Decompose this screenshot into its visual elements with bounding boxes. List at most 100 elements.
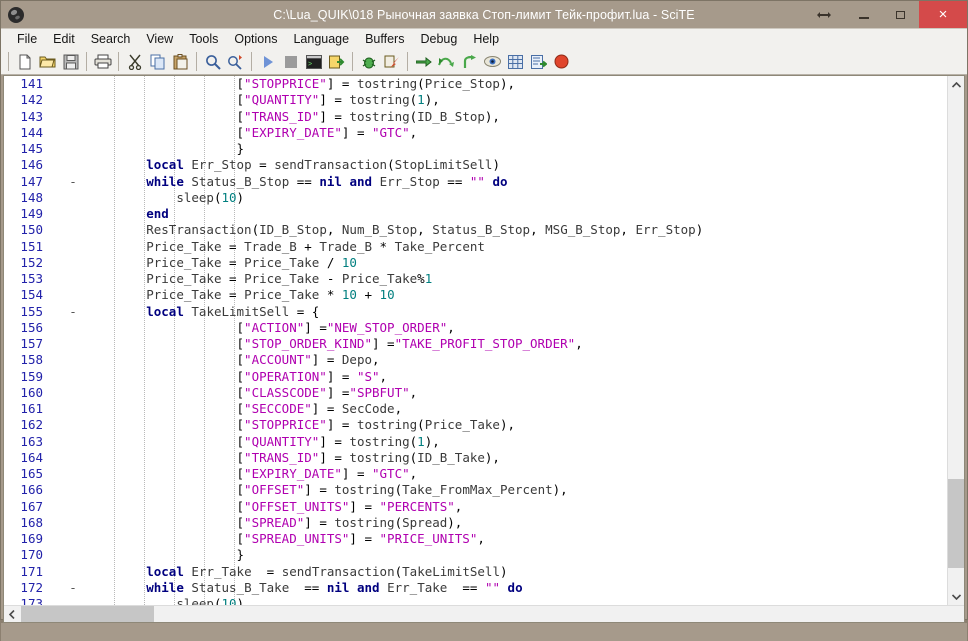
code-text[interactable]: Price_Take = Price_Take - Price_Take%1 (84, 271, 964, 287)
resize-icon[interactable] (803, 1, 845, 28)
scroll-left-icon[interactable] (4, 606, 20, 622)
new-file-icon[interactable] (13, 51, 36, 73)
code-line[interactable]: 171 local Err_Take = sendTransaction(Tak… (4, 563, 964, 580)
bug-green-icon[interactable] (357, 51, 380, 73)
copy-icon[interactable] (146, 51, 169, 73)
go-export-icon[interactable] (325, 51, 348, 73)
code-text[interactable]: while Status_B_Stop == nil and Err_Stop … (84, 174, 964, 190)
code-line[interactable]: 170 } (4, 547, 964, 564)
code-text[interactable]: ["STOPPRICE"] = tostring(Price_Take), (84, 417, 964, 433)
scroll-down-icon[interactable] (948, 588, 964, 605)
code-line[interactable]: 161 ["SECCODE"] = SecCode, (4, 401, 964, 418)
code-line[interactable]: 143 ["TRANS_ID"] = tostring(ID_B_Stop), (4, 108, 964, 125)
code-line[interactable]: 153 Price_Take = Price_Take - Price_Take… (4, 271, 964, 288)
cut-scissors-icon[interactable] (123, 51, 146, 73)
code-text[interactable]: ["QUANTITY"] = tostring(1), (84, 434, 964, 450)
horizontal-scrollbar[interactable] (4, 605, 964, 622)
code-line[interactable]: 141 ["STOPPRICE"] = tostring(Price_Stop)… (4, 76, 964, 93)
print-icon[interactable] (91, 51, 114, 73)
code-line[interactable]: 164 ["TRANS_ID"] = tostring(ID_B_Take), (4, 449, 964, 466)
step-over-icon[interactable] (435, 51, 458, 73)
editor-body[interactable]: 141 ["STOPPRICE"] = tostring(Price_Stop)… (4, 76, 964, 605)
code-line[interactable]: 152 Price_Take = Price_Take / 10 (4, 254, 964, 271)
code-text[interactable]: Price_Take = Trade_B + Trade_B * Take_Pe… (84, 239, 964, 255)
minimize-icon[interactable] (845, 1, 882, 28)
code-text[interactable]: ["EXPIRY_DATE"] = "GTC", (84, 466, 964, 482)
code-line[interactable]: 144 ["EXPIRY_DATE"] = "GTC", (4, 124, 964, 141)
code-text[interactable]: ["SPREAD_UNITS"] = "PRICE_UNITS", (84, 531, 964, 547)
code-line[interactable]: 156 ["ACTION"] ="NEW_STOP_ORDER", (4, 319, 964, 336)
code-text[interactable]: ["EXPIRY_DATE"] = "GTC", (84, 125, 964, 141)
code-line[interactable]: 142 ["QUANTITY"] = tostring(1), (4, 92, 964, 109)
code-text[interactable]: while Status_B_Take == nil and Err_Take … (84, 580, 964, 596)
menu-help[interactable]: Help (465, 31, 507, 48)
code-text[interactable]: sleep(10) (84, 596, 964, 605)
code-line[interactable]: 169 ["SPREAD_UNITS"] = "PRICE_UNITS", (4, 531, 964, 548)
code-line[interactable]: 150 ResTransaction(ID_B_Stop, Num_B_Stop… (4, 222, 964, 239)
code-line[interactable]: 149 end (4, 206, 964, 223)
find-replace-icon[interactable] (224, 51, 247, 73)
code-line[interactable]: 158 ["ACCOUNT"] = Depo, (4, 352, 964, 369)
menu-edit[interactable]: Edit (45, 31, 83, 48)
fold-toggle-icon[interactable]: - (62, 173, 84, 190)
fold-toggle-icon[interactable]: - (62, 579, 84, 596)
code-text[interactable]: ["TRANS_ID"] = tostring(ID_B_Take), (84, 450, 964, 466)
code-line[interactable]: 172- while Status_B_Take == nil and Err_… (4, 579, 964, 596)
close-icon[interactable]: × (919, 1, 967, 28)
save-disk-icon[interactable] (59, 51, 82, 73)
run-play-icon[interactable] (256, 51, 279, 73)
code-line[interactable]: 151 Price_Take = Trade_B + Trade_B * Tak… (4, 238, 964, 255)
code-line[interactable]: 157 ["STOP_ORDER_KIND"] ="TAKE_PROFIT_ST… (4, 336, 964, 353)
vertical-scrollbar[interactable] (947, 76, 964, 605)
code-line[interactable]: 154 Price_Take = Price_Take * 10 + 10 (4, 287, 964, 304)
menu-view[interactable]: View (138, 31, 181, 48)
maximize-icon[interactable] (882, 1, 919, 28)
step-out-icon[interactable] (458, 51, 481, 73)
code-line[interactable]: 168 ["SPREAD"] = tostring(Spread), (4, 514, 964, 531)
code-line[interactable]: 162 ["STOPPRICE"] = tostring(Price_Take)… (4, 417, 964, 434)
stop-circle-icon[interactable] (550, 51, 573, 73)
code-lines[interactable]: 141 ["STOPPRICE"] = tostring(Price_Stop)… (4, 76, 964, 605)
code-text[interactable]: ["ACCOUNT"] = Depo, (84, 352, 964, 368)
code-text[interactable]: local Err_Take = sendTransaction(TakeLim… (84, 564, 964, 580)
fold-toggle-icon[interactable]: - (62, 303, 84, 320)
code-line[interactable]: 166 ["OFFSET"] = tostring(Take_FromMax_P… (4, 482, 964, 499)
menu-tools[interactable]: Tools (181, 31, 226, 48)
debug-red-icon[interactable] (380, 51, 403, 73)
code-line[interactable]: 163 ["QUANTITY"] = tostring(1), (4, 433, 964, 450)
code-line[interactable]: 147- while Status_B_Stop == nil and Err_… (4, 173, 964, 190)
code-line[interactable]: 145 } (4, 141, 964, 158)
open-folder-icon[interactable] (36, 51, 59, 73)
code-text[interactable]: } (84, 547, 964, 563)
code-text[interactable]: local TakeLimitSell = { (84, 304, 964, 320)
console-window-icon[interactable]: > (302, 51, 325, 73)
code-text[interactable]: sleep(10) (84, 190, 964, 206)
code-text[interactable]: end (84, 206, 964, 222)
watch-eye-icon[interactable] (481, 51, 504, 73)
menu-options[interactable]: Options (226, 31, 285, 48)
code-text[interactable]: Price_Take = Price_Take / 10 (84, 255, 964, 271)
code-text[interactable]: ResTransaction(ID_B_Stop, Num_B_Stop, St… (84, 222, 964, 238)
code-text[interactable]: ["OFFSET"] = tostring(Take_FromMax_Perce… (84, 482, 964, 498)
scroll-up-icon[interactable] (948, 76, 964, 93)
code-text[interactable]: } (84, 141, 964, 157)
vertical-scroll-thumb[interactable] (948, 479, 964, 569)
code-text[interactable]: Price_Take = Price_Take * 10 + 10 (84, 287, 964, 303)
code-line[interactable]: 173 sleep(10) (4, 596, 964, 605)
code-text[interactable]: ["TRANS_ID"] = tostring(ID_B_Stop), (84, 109, 964, 125)
stop-square-icon[interactable] (279, 51, 302, 73)
code-line[interactable]: 160 ["CLASSCODE"] ="SPBFUT", (4, 384, 964, 401)
code-text[interactable]: ["QUANTITY"] = tostring(1), (84, 92, 964, 108)
list-export-icon[interactable] (527, 51, 550, 73)
code-line[interactable]: 159 ["OPERATION"] = "S", (4, 368, 964, 385)
menu-debug[interactable]: Debug (412, 31, 465, 48)
code-text[interactable]: local Err_Stop = sendTransaction(StopLim… (84, 157, 964, 173)
code-text[interactable]: ["OFFSET_UNITS"] = "PERCENTS", (84, 499, 964, 515)
code-text[interactable]: ["STOPPRICE"] = tostring(Price_Stop), (84, 76, 964, 92)
menu-buffers[interactable]: Buffers (357, 31, 412, 48)
grid-icon[interactable] (504, 51, 527, 73)
find-magnifier-icon[interactable] (201, 51, 224, 73)
paste-icon[interactable] (169, 51, 192, 73)
menu-language[interactable]: Language (285, 31, 357, 48)
code-text[interactable]: ["ACTION"] ="NEW_STOP_ORDER", (84, 320, 964, 336)
